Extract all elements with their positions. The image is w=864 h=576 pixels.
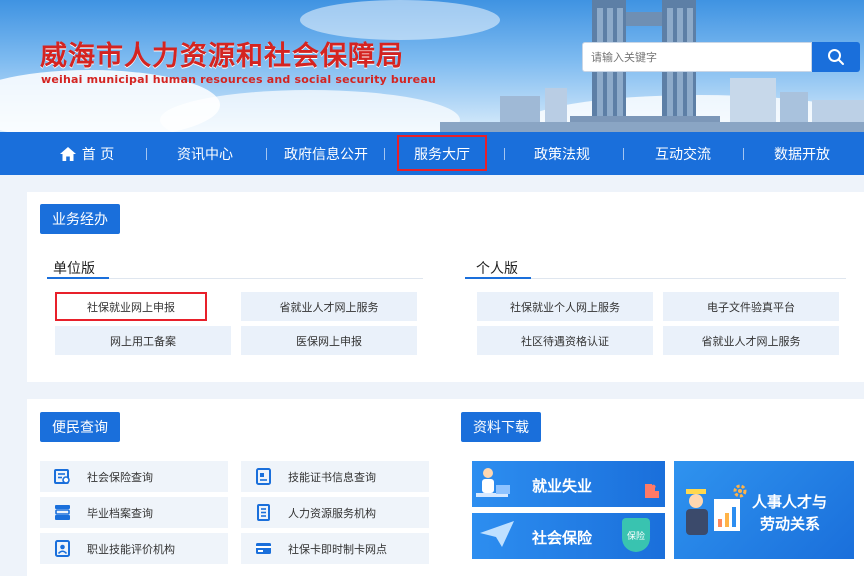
nav-item-news[interactable]: 资讯中心 [160,132,250,175]
community-benefit-qualification-button[interactable]: 社区待遇资格认证 [477,326,653,355]
nav-item-label: 互动交流 [655,146,711,163]
nav-item-policy[interactable]: 政策法规 [520,132,604,175]
downloads-heading[interactable]: 资料下载 [461,412,541,442]
certificate-icon [256,468,271,485]
business-heading[interactable]: 业务经办 [40,204,120,234]
e-file-verification-button[interactable]: 电子文件验真平台 [663,292,839,321]
employment-download-card[interactable]: 就业失业 [472,461,665,507]
medical-insurance-declare-button[interactable]: 医保网上申报 [241,326,417,355]
main-nav: 首 页 资讯中心 政府信息公开 服务大厅 政策法规 互动交流 数据开放 [0,132,864,175]
puzzle-decoration-icon [645,484,659,498]
highlight-box [397,135,487,171]
site-subtitle: weihai municipal human resources and soc… [41,73,436,86]
query-item-label: 人力资源服务机构 [288,506,376,520]
convenience-heading[interactable]: 便民查询 [40,412,120,442]
search-input[interactable] [582,42,812,72]
skill-evaluation-agency-item[interactable]: 职业技能评价机构 [40,533,228,564]
nav-divider [623,148,624,160]
nav-item-open-data[interactable]: 数据开放 [760,132,844,175]
personal-version-tab[interactable]: 个人版 [476,258,518,278]
provincial-talent-service-button[interactable]: 省就业人才网上服务 [241,292,417,321]
nav-item-home[interactable]: 首 页 [52,132,122,175]
nav-divider [266,148,267,160]
archive-icon [55,505,70,520]
download-card-label: 社会保险 [532,529,593,547]
id-card-icon [55,540,70,557]
bank-card-icon [256,543,271,554]
nav-item-label: 数据开放 [774,146,830,163]
social-card-outlet-item[interactable]: 社保卡即时制卡网点 [241,533,429,564]
nav-item-label: 资讯中心 [177,146,233,163]
nav-item-label: 首 页 [81,146,115,163]
tab-underline-base [476,278,846,279]
provincial-talent-service-personal-button[interactable]: 省就业人才网上服务 [663,326,839,355]
nav-item-gov-info[interactable]: 政府信息公开 [276,132,376,175]
download-card-label-line1: 人事人才与 [752,493,828,511]
site-title: 威海市人力资源和社会保障局 [40,41,404,72]
document-list-icon [257,504,270,521]
nav-item-label: 政策法规 [534,146,590,163]
query-item-label: 技能证书信息查询 [288,470,376,484]
search-button[interactable] [812,42,860,72]
insurance-query-icon [54,469,70,484]
personal-online-service-button[interactable]: 社保就业个人网上服务 [477,292,653,321]
gear-icon [733,484,747,498]
tab-underline-active [47,277,109,279]
unit-version-tab[interactable]: 单位版 [53,258,95,278]
graduate-archive-query-item[interactable]: 毕业档案查询 [40,497,228,528]
query-item-label: 社保卡即时制卡网点 [288,542,387,556]
online-employment-filing-button[interactable]: 网上用工备案 [55,326,231,355]
nav-divider [743,148,744,160]
insurance-shield-badge: 保险 [622,518,650,552]
header-banner: 威海市人力资源和社会保障局 weihai municipal human res… [0,0,864,132]
paper-plane-illustration [480,521,514,547]
query-item-label: 职业技能评价机构 [87,542,175,556]
search-icon [828,49,844,65]
hr-service-agency-item[interactable]: 人力资源服务机构 [241,497,429,528]
query-item-label: 毕业档案查询 [87,506,153,520]
download-card-label-line2: 劳动关系 [760,515,821,533]
social-security-online-declare-button[interactable]: 社保就业网上申报 [55,292,207,321]
nav-item-label: 政府信息公开 [284,146,368,163]
social-insurance-query-item[interactable]: 社会保险查询 [40,461,228,492]
person-laptop-illustration [476,468,510,497]
skill-certificate-query-item[interactable]: 技能证书信息查询 [241,461,429,492]
query-item-label: 社会保险查询 [87,470,153,484]
nav-item-interaction[interactable]: 互动交流 [640,132,726,175]
business-panel: 业务经办 单位版 社保就业网上申报 省就业人才网上服务 网上用工备案 医保网上申… [27,192,864,382]
nav-divider [146,148,147,160]
tab-underline-active [465,277,531,279]
services-panel: 便民查询 资料下载 社会保险查询 技能证书信息查询 毕业档案查询 人力资源服务机… [27,399,864,576]
download-card-label: 就业失业 [532,477,593,495]
home-icon [59,146,76,161]
social-insurance-download-card[interactable]: 社会保险 保险 [472,513,665,559]
nav-divider [384,148,385,160]
personnel-labor-download-card[interactable]: 人事人才与 劳动关系 [674,461,854,559]
nav-divider [504,148,505,160]
